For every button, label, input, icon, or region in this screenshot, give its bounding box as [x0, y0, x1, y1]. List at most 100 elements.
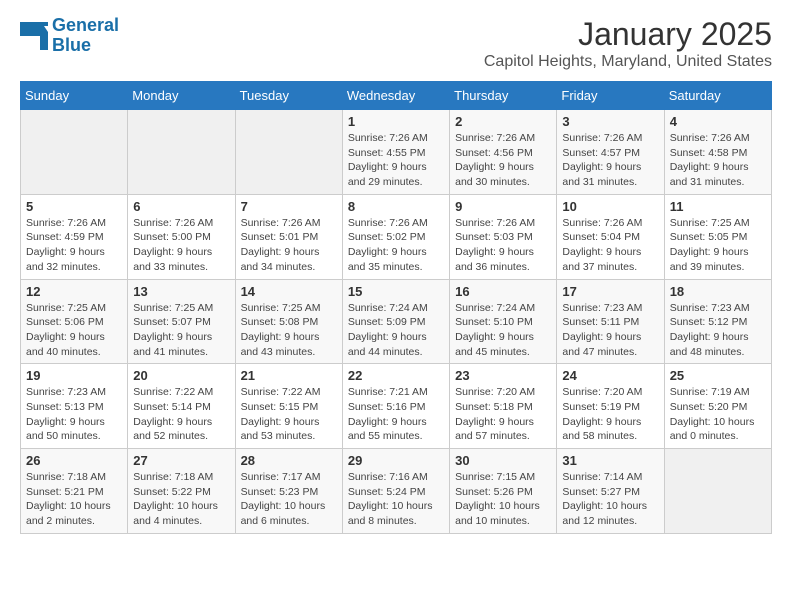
day-number: 19 [26, 368, 122, 383]
calendar-week-row: 12 Sunrise: 7:25 AM Sunset: 5:06 PM Dayli… [21, 279, 772, 364]
day-number: 17 [562, 284, 658, 299]
day-number: 22 [348, 368, 444, 383]
calendar-cell: 3 Sunrise: 7:26 AM Sunset: 4:57 PM Daylig… [557, 110, 664, 195]
calendar-cell: 17 Sunrise: 7:23 AM Sunset: 5:11 PM Dayli… [557, 279, 664, 364]
day-number: 30 [455, 453, 551, 468]
day-info: Sunrise: 7:26 AM Sunset: 5:04 PM Dayligh… [562, 216, 658, 275]
logo-text: General Blue [52, 16, 119, 56]
day-number: 9 [455, 199, 551, 214]
page-container: General Blue January 2025 Capitol Height… [0, 0, 792, 550]
location-title: Capitol Heights, Maryland, United States [484, 53, 772, 71]
day-info: Sunrise: 7:17 AM Sunset: 5:23 PM Dayligh… [241, 470, 337, 529]
calendar-cell: 19 Sunrise: 7:23 AM Sunset: 5:13 PM Dayli… [21, 364, 128, 449]
day-number: 27 [133, 453, 229, 468]
day-number: 16 [455, 284, 551, 299]
day-number: 13 [133, 284, 229, 299]
calendar-cell: 26 Sunrise: 7:18 AM Sunset: 5:21 PM Dayli… [21, 449, 128, 534]
day-info: Sunrise: 7:14 AM Sunset: 5:27 PM Dayligh… [562, 470, 658, 529]
calendar-cell: 5 Sunrise: 7:26 AM Sunset: 4:59 PM Daylig… [21, 194, 128, 279]
day-number: 28 [241, 453, 337, 468]
day-info: Sunrise: 7:25 AM Sunset: 5:05 PM Dayligh… [670, 216, 766, 275]
logo: General Blue [20, 16, 119, 56]
day-info: Sunrise: 7:26 AM Sunset: 4:59 PM Dayligh… [26, 216, 122, 275]
day-info: Sunrise: 7:26 AM Sunset: 5:03 PM Dayligh… [455, 216, 551, 275]
day-number: 11 [670, 199, 766, 214]
calendar-cell: 7Sunrise: 7:26 AM Sunset: 5:01 PM Daylig… [235, 194, 342, 279]
weekday-header: Friday [557, 82, 664, 110]
day-info: Sunrise: 7:26 AM Sunset: 5:00 PM Dayligh… [133, 216, 229, 275]
day-number: 5 [26, 199, 122, 214]
day-info: Sunrise: 7:18 AM Sunset: 5:22 PM Dayligh… [133, 470, 229, 529]
calendar-week-row: 19 Sunrise: 7:23 AM Sunset: 5:13 PM Dayli… [21, 364, 772, 449]
day-info: Sunrise: 7:26 AM Sunset: 4:56 PM Dayligh… [455, 131, 551, 190]
day-number: 12 [26, 284, 122, 299]
day-number: 14 [241, 284, 337, 299]
calendar-cell: 22 Sunrise: 7:21 AM Sunset: 5:16 PM Dayli… [342, 364, 449, 449]
calendar-cell [664, 449, 771, 534]
weekday-header: Thursday [450, 82, 557, 110]
day-number: 26 [26, 453, 122, 468]
day-info: Sunrise: 7:26 AM Sunset: 4:55 PM Dayligh… [348, 131, 444, 190]
calendar-cell: 16 Sunrise: 7:24 AM Sunset: 5:10 PM Dayli… [450, 279, 557, 364]
calendar-cell: 6 Sunrise: 7:26 AM Sunset: 5:00 PM Daylig… [128, 194, 235, 279]
day-number: 6 [133, 199, 229, 214]
day-info: Sunrise: 7:23 AM Sunset: 5:12 PM Dayligh… [670, 301, 766, 360]
day-info: Sunrise: 7:25 AM Sunset: 5:08 PM Dayligh… [241, 301, 337, 360]
calendar-cell: 14 Sunrise: 7:25 AM Sunset: 5:08 PM Dayli… [235, 279, 342, 364]
calendar-cell: 27 Sunrise: 7:18 AM Sunset: 5:22 PM Dayli… [128, 449, 235, 534]
calendar-week-row: 1 Sunrise: 7:26 AM Sunset: 4:55 PM Daylig… [21, 110, 772, 195]
day-number: 15 [348, 284, 444, 299]
day-number: 21 [241, 368, 337, 383]
day-info: Sunrise: 7:24 AM Sunset: 5:09 PM Dayligh… [348, 301, 444, 360]
calendar-cell: 29Sunrise: 7:16 AM Sunset: 5:24 PM Dayli… [342, 449, 449, 534]
day-number: 18 [670, 284, 766, 299]
calendar-cell: 31 Sunrise: 7:14 AM Sunset: 5:27 PM Dayli… [557, 449, 664, 534]
calendar-cell: 1 Sunrise: 7:26 AM Sunset: 4:55 PM Daylig… [342, 110, 449, 195]
day-number: 8 [348, 199, 444, 214]
day-number: 29 [348, 453, 444, 468]
day-number: 4 [670, 114, 766, 129]
day-info: Sunrise: 7:23 AM Sunset: 5:11 PM Dayligh… [562, 301, 658, 360]
day-number: 7 [241, 199, 337, 214]
calendar-cell: 18 Sunrise: 7:23 AM Sunset: 5:12 PM Dayli… [664, 279, 771, 364]
calendar-cell: 9 Sunrise: 7:26 AM Sunset: 5:03 PM Daylig… [450, 194, 557, 279]
day-info: Sunrise: 7:26 AM Sunset: 5:02 PM Dayligh… [348, 216, 444, 275]
day-number: 3 [562, 114, 658, 129]
day-number: 25 [670, 368, 766, 383]
weekday-header: Saturday [664, 82, 771, 110]
day-number: 24 [562, 368, 658, 383]
day-info: Sunrise: 7:18 AM Sunset: 5:21 PM Dayligh… [26, 470, 122, 529]
title-area: January 2025 Capitol Heights, Maryland, … [484, 16, 772, 71]
calendar-cell: 28 Sunrise: 7:17 AM Sunset: 5:23 PM Dayli… [235, 449, 342, 534]
day-number: 1 [348, 114, 444, 129]
day-info: Sunrise: 7:19 AM Sunset: 5:20 PM Dayligh… [670, 385, 766, 444]
calendar-cell: 23 Sunrise: 7:20 AM Sunset: 5:18 PM Dayli… [450, 364, 557, 449]
month-title: January 2025 [484, 16, 772, 53]
calendar-cell: 20 Sunrise: 7:22 AM Sunset: 5:14 PM Dayli… [128, 364, 235, 449]
header: General Blue January 2025 Capitol Height… [20, 16, 772, 71]
day-number: 10 [562, 199, 658, 214]
calendar-cell: 10 Sunrise: 7:26 AM Sunset: 5:04 PM Dayli… [557, 194, 664, 279]
day-number: 23 [455, 368, 551, 383]
day-info: Sunrise: 7:26 AM Sunset: 4:57 PM Dayligh… [562, 131, 658, 190]
day-info: Sunrise: 7:23 AM Sunset: 5:13 PM Dayligh… [26, 385, 122, 444]
day-number: 20 [133, 368, 229, 383]
calendar-cell: 8 Sunrise: 7:26 AM Sunset: 5:02 PM Daylig… [342, 194, 449, 279]
calendar-cell: 12 Sunrise: 7:25 AM Sunset: 5:06 PM Dayli… [21, 279, 128, 364]
day-info: Sunrise: 7:20 AM Sunset: 5:18 PM Dayligh… [455, 385, 551, 444]
weekday-header: Monday [128, 82, 235, 110]
day-info: Sunrise: 7:21 AM Sunset: 5:16 PM Dayligh… [348, 385, 444, 444]
day-info: Sunrise: 7:22 AM Sunset: 5:15 PM Dayligh… [241, 385, 337, 444]
day-info: Sunrise: 7:20 AM Sunset: 5:19 PM Dayligh… [562, 385, 658, 444]
calendar-cell [21, 110, 128, 195]
calendar-week-row: 5 Sunrise: 7:26 AM Sunset: 4:59 PM Daylig… [21, 194, 772, 279]
day-number: 31 [562, 453, 658, 468]
day-info: Sunrise: 7:25 AM Sunset: 5:06 PM Dayligh… [26, 301, 122, 360]
day-info: Sunrise: 7:15 AM Sunset: 5:26 PM Dayligh… [455, 470, 551, 529]
calendar-cell: 2Sunrise: 7:26 AM Sunset: 4:56 PM Daylig… [450, 110, 557, 195]
day-info: Sunrise: 7:24 AM Sunset: 5:10 PM Dayligh… [455, 301, 551, 360]
day-info: Sunrise: 7:22 AM Sunset: 5:14 PM Dayligh… [133, 385, 229, 444]
calendar-cell: 25 Sunrise: 7:19 AM Sunset: 5:20 PM Dayli… [664, 364, 771, 449]
calendar-cell: 30 Sunrise: 7:15 AM Sunset: 5:26 PM Dayli… [450, 449, 557, 534]
logo-icon [20, 22, 48, 50]
